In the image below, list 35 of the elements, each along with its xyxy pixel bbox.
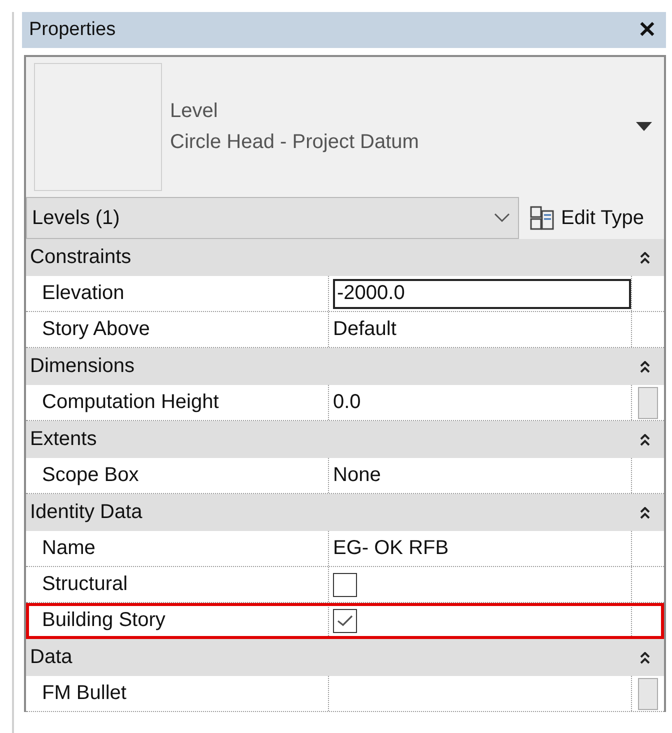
property-label: FM Bullet: [26, 676, 329, 711]
property-label: Story Above: [26, 312, 329, 347]
checkmark-icon: [337, 614, 353, 626]
property-label: Name: [26, 531, 329, 566]
family-name: Level: [170, 99, 219, 124]
checkbox[interactable]: [333, 572, 357, 596]
checkbox[interactable]: [333, 608, 357, 632]
window-title: Properties: [29, 19, 116, 41]
group-header[interactable]: Identity Data: [26, 494, 664, 531]
edit-type-icon: [528, 205, 555, 231]
value-field[interactable]: -2000.0: [333, 278, 631, 308]
type-name: Circle Head - Project Datum: [170, 130, 419, 155]
property-label: Scope Box: [26, 458, 329, 493]
caret-icon: [636, 122, 652, 132]
value-cell: None: [329, 458, 632, 493]
collapse-icon: [640, 434, 650, 446]
chevron-icon: [494, 213, 510, 223]
collapse-icon: [640, 652, 650, 664]
value-cell: Default: [329, 312, 632, 347]
group-header[interactable]: Dimensions: [26, 348, 664, 385]
property-label: Building Story: [26, 603, 329, 638]
property-label: Structural: [26, 567, 329, 602]
property-label: Computation Height: [26, 385, 329, 420]
group-header[interactable]: Data: [26, 639, 664, 676]
group-header[interactable]: Constraints: [26, 239, 664, 276]
value-cell: EG- OK RFB: [329, 531, 632, 566]
group-header[interactable]: Extents: [26, 421, 664, 458]
type-selector[interactable]: Level Circle Head - Project Datum: [170, 64, 656, 190]
selection-filter[interactable]: Levels (1): [26, 197, 519, 239]
collapse-icon: [640, 252, 650, 264]
collapse-icon: [640, 360, 650, 372]
close-button[interactable]: ✕: [638, 17, 656, 43]
value-cell: 0.0: [329, 385, 632, 420]
property-label: Elevation: [26, 276, 329, 311]
collapse-icon: [640, 506, 650, 518]
